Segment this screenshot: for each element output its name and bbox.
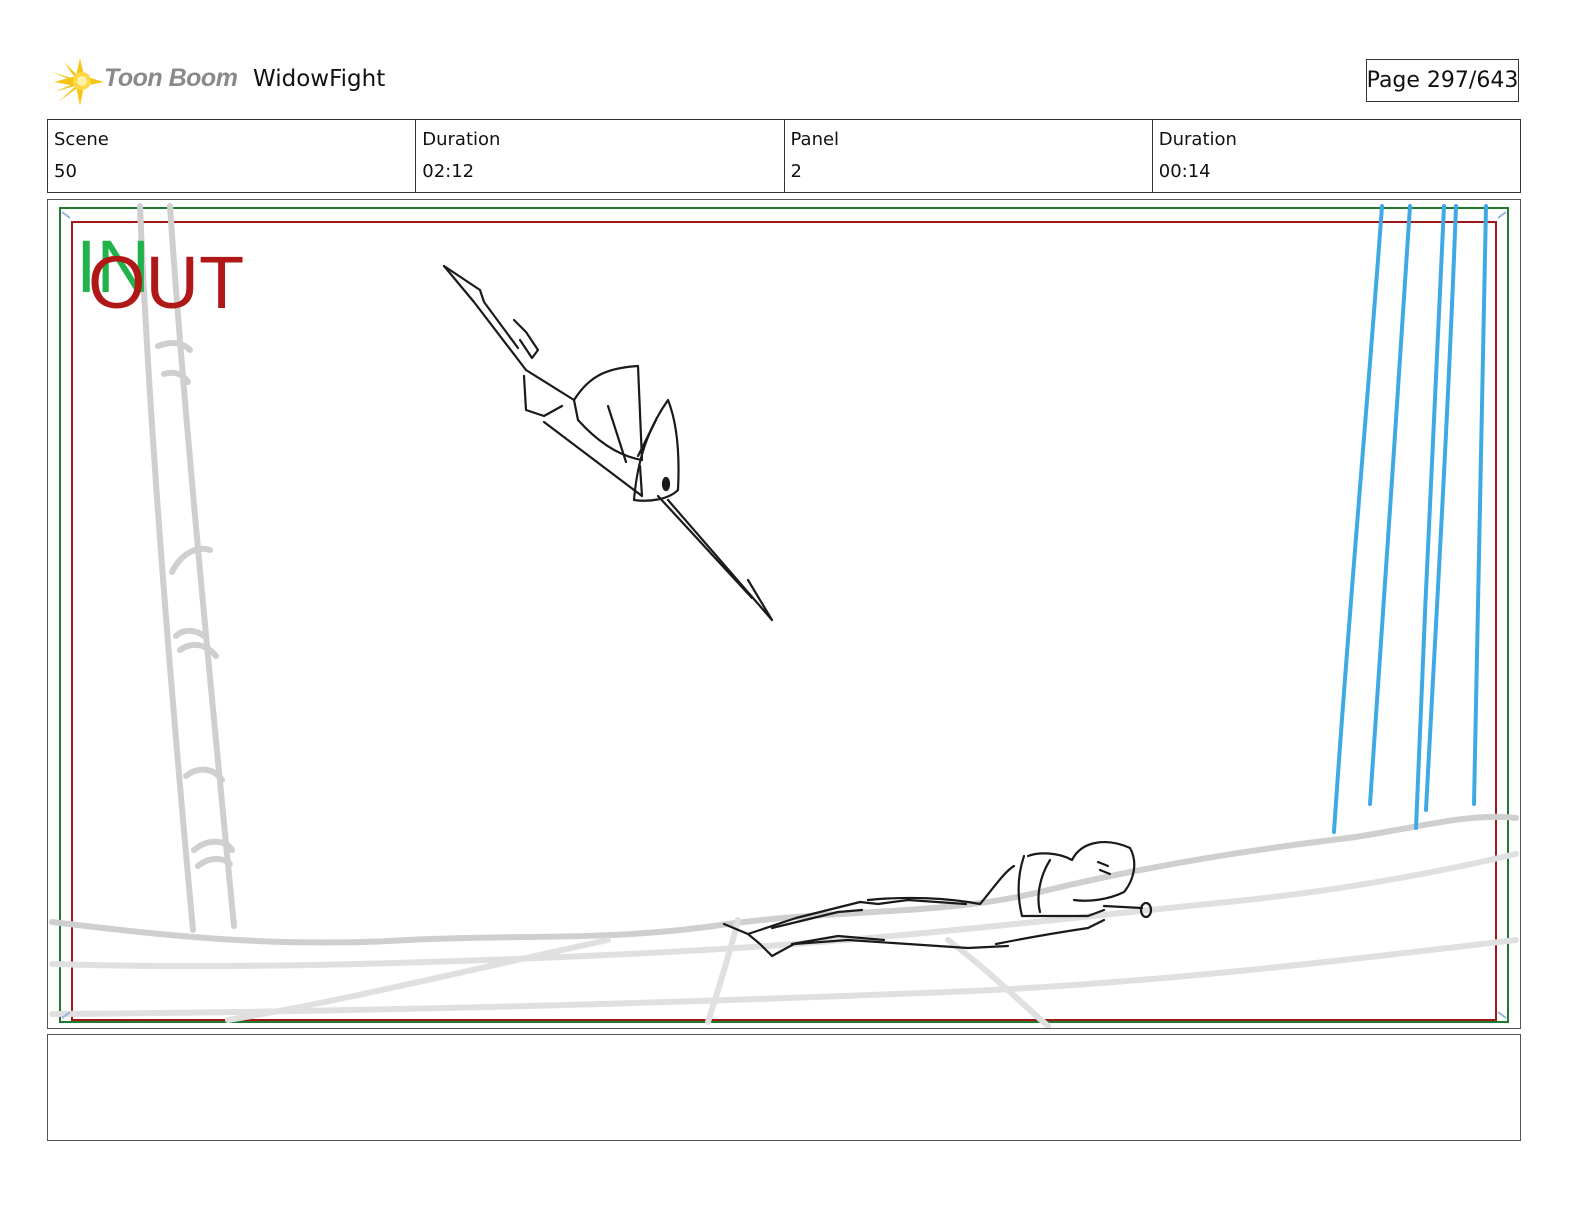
- panel-notes-box[interactable]: [47, 1034, 1521, 1141]
- panel-label: Panel: [790, 129, 840, 150]
- toon-boom-logo: Toon Boom: [50, 52, 240, 112]
- in-frame-guide: [59, 207, 1509, 1023]
- scene-cell: Scene 50: [48, 120, 415, 192]
- panel-drawing: [49, 203, 1519, 1028]
- panel-duration-label: Duration: [1158, 129, 1237, 150]
- panel-value: 2: [790, 161, 802, 182]
- lying-figure-sketch: [722, 841, 1153, 958]
- panel-duration-value: 00:14: [1158, 161, 1211, 182]
- scene-duration-cell: Duration 02:12: [415, 120, 783, 192]
- starburst-icon: [52, 58, 104, 106]
- scene-label: Scene: [54, 129, 109, 150]
- panel-cell: Panel 2: [783, 120, 1152, 192]
- out-frame-guide: [71, 221, 1497, 1021]
- storyboard-panel: IN OUT: [47, 199, 1521, 1029]
- scene-duration-label: Duration: [422, 129, 501, 150]
- ground-sketch: [49, 813, 1519, 946]
- out-frame-label: OUT: [88, 241, 245, 324]
- blue-streaks: [1332, 204, 1488, 834]
- scene-info-table: Scene 50 Duration 02:12 Panel 2 Duration…: [47, 119, 1521, 193]
- brand-name: Toon Boom: [104, 64, 238, 92]
- scene-duration-value: 02:12: [422, 161, 475, 182]
- diving-figure-sketch: [442, 264, 774, 622]
- scene-value: 50: [54, 161, 77, 182]
- panel-duration-cell: Duration 00:14: [1151, 120, 1520, 192]
- project-title: WidowFight: [253, 66, 386, 92]
- page-indicator: Page 297/643: [1366, 59, 1519, 102]
